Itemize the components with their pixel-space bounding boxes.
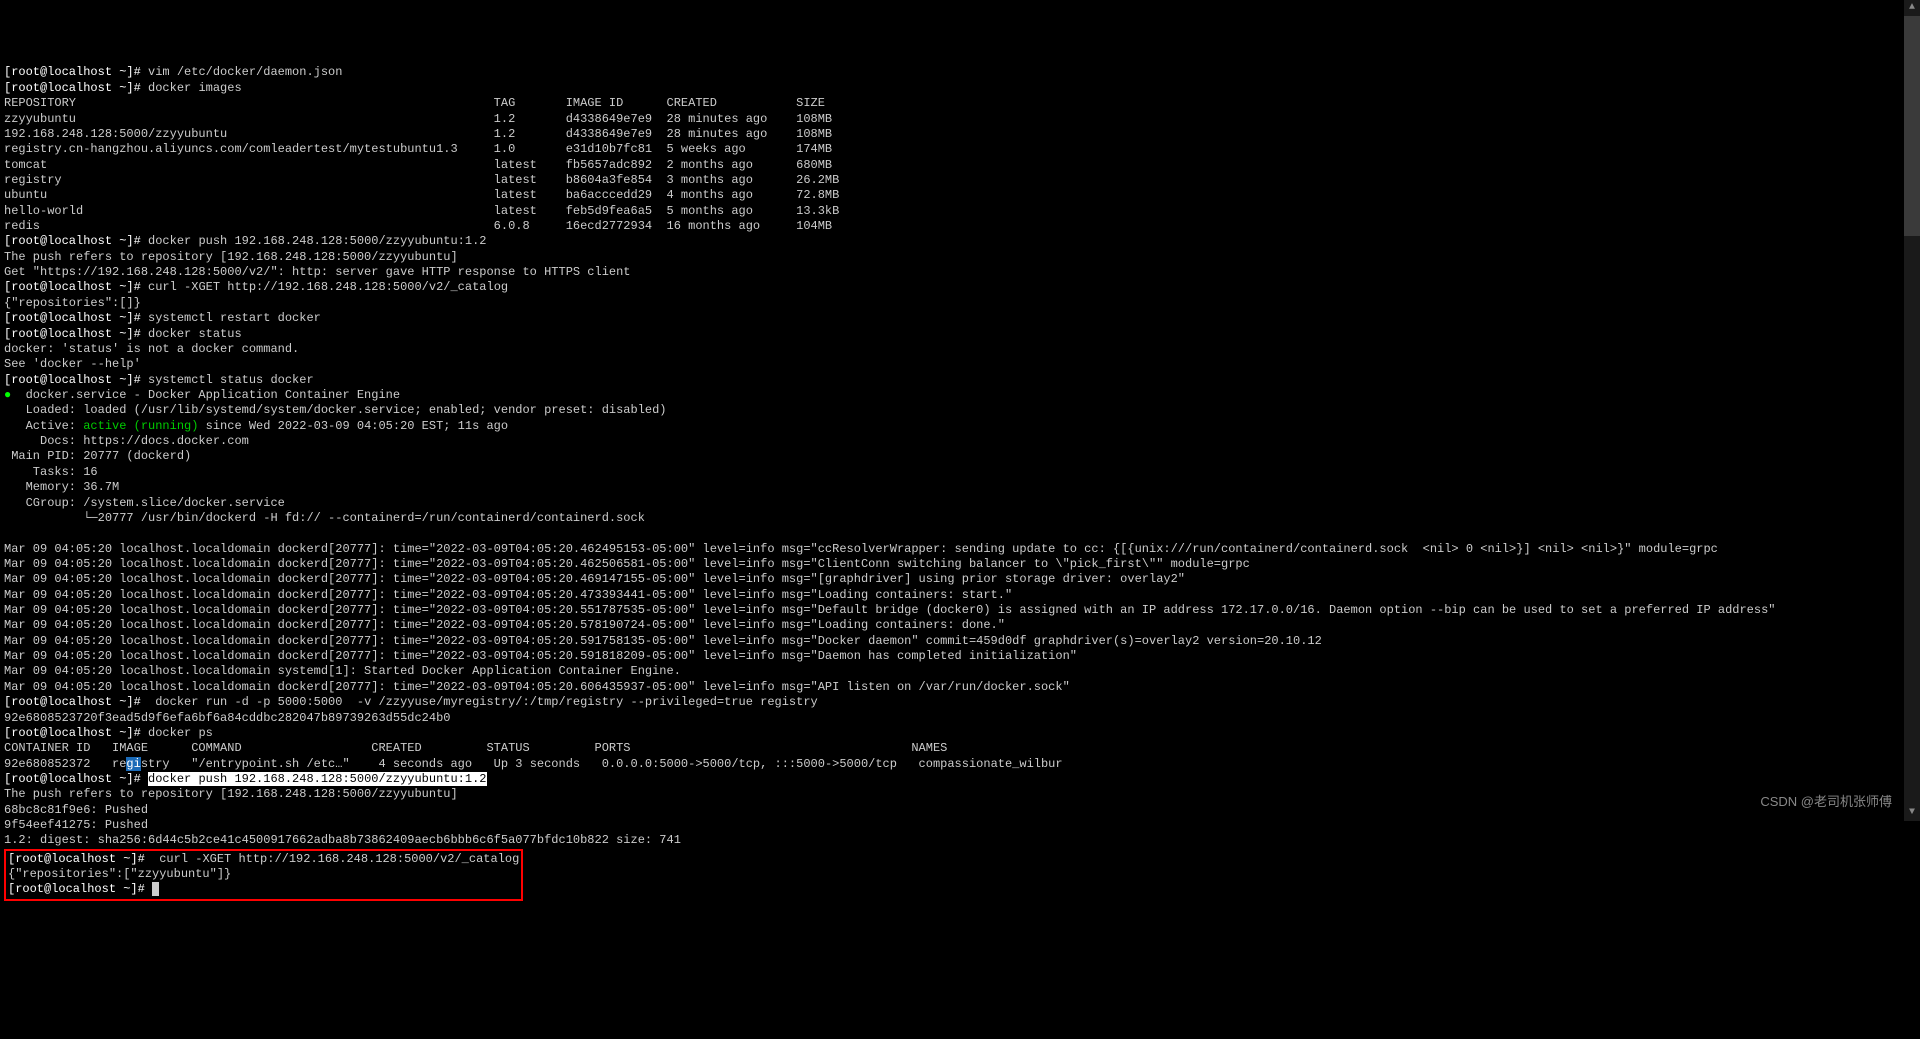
log-line: Mar 09 04:05:20 localhost.localdomain sy… (4, 664, 1916, 679)
prompt-line: [root@localhost ~]# vim /etc/docker/daem… (4, 65, 1916, 80)
service-mem: Memory: 36.7M (4, 480, 1916, 495)
cursor (152, 882, 159, 896)
prompt-line: [root@localhost ~]# systemctl status doc… (4, 373, 1916, 388)
prompt-line: [root@localhost ~]# (8, 882, 519, 897)
service-tasks: Tasks: 16 (4, 465, 1916, 480)
log-line: Mar 09 04:05:20 localhost.localdomain do… (4, 557, 1916, 572)
output-line: {"repositories":[]} (4, 296, 1916, 311)
output-line: 1.2: digest: sha256:6d44c5b2ce41c4500917… (4, 833, 1916, 848)
highlighted-command: docker push 192.168.248.128:5000/zzyyubu… (148, 772, 486, 786)
prompt-line: [root@localhost ~]# docker ps (4, 726, 1916, 741)
prompt-line: [root@localhost ~]# docker status (4, 327, 1916, 342)
output-line: See 'docker --help' (4, 357, 1916, 372)
scroll-thumb[interactable] (1904, 16, 1920, 236)
ps-header: CONTAINER ID IMAGE COMMAND CREATED STATU… (4, 741, 1916, 756)
prompt-line: [root@localhost ~]# curl -XGET http://19… (4, 280, 1916, 295)
images-row: registry.cn-hangzhou.aliyuncs.com/comlea… (4, 142, 1916, 157)
highlighted-region: [root@localhost ~]# curl -XGET http://19… (4, 849, 523, 901)
scrollbar[interactable]: ▲ ▼ (1904, 0, 1920, 821)
images-row: redis 6.0.8 16ecd2772934 16 months ago 1… (4, 219, 1916, 234)
scroll-up-icon[interactable]: ▲ (1904, 0, 1920, 16)
service-header: ● docker.service - Docker Application Co… (4, 388, 1916, 403)
service-tree: └─20777 /usr/bin/dockerd -H fd:// --cont… (4, 511, 1916, 526)
prompt-line: [root@localhost ~]# docker run -d -p 500… (4, 695, 1916, 710)
scroll-down-icon[interactable]: ▼ (1904, 805, 1920, 821)
ps-row: 92e680852372 registry "/entrypoint.sh /e… (4, 757, 1916, 772)
output-line: Get "https://192.168.248.128:5000/v2/": … (4, 265, 1916, 280)
prompt-line: [root@localhost ~]# docker push 192.168.… (4, 772, 1916, 787)
prompt-line: [root@localhost ~]# systemctl restart do… (4, 311, 1916, 326)
log-line: Mar 09 04:05:20 localhost.localdomain do… (4, 680, 1916, 695)
log-line: Mar 09 04:05:20 localhost.localdomain do… (4, 649, 1916, 664)
log-line: Mar 09 04:05:20 localhost.localdomain do… (4, 603, 1916, 618)
images-row: ubuntu latest ba6acccedd29 4 months ago … (4, 188, 1916, 203)
output-line: {"repositories":["zzyyubuntu"]} (8, 867, 519, 882)
blank-line (4, 526, 1916, 541)
output-line: 9f54eef41275: Pushed (4, 818, 1916, 833)
service-pid: Main PID: 20777 (dockerd) (4, 449, 1916, 464)
output-line: The push refers to repository [192.168.2… (4, 787, 1916, 802)
output-line: docker: 'status' is not a docker command… (4, 342, 1916, 357)
images-row: hello-world latest feb5d9fea6a5 5 months… (4, 204, 1916, 219)
prompt-line: [root@localhost ~]# docker images (4, 81, 1916, 96)
service-cgroup: CGroup: /system.slice/docker.service (4, 496, 1916, 511)
images-header: REPOSITORY TAG IMAGE ID CREATED SIZE (4, 96, 1916, 111)
service-docs: Docs: https://docs.docker.com (4, 434, 1916, 449)
log-line: Mar 09 04:05:20 localhost.localdomain do… (4, 542, 1916, 557)
log-line: Mar 09 04:05:20 localhost.localdomain do… (4, 572, 1916, 587)
prompt-line: [root@localhost ~]# curl -XGET http://19… (8, 852, 519, 867)
images-row: 192.168.248.128:5000/zzyyubuntu 1.2 d433… (4, 127, 1916, 142)
service-active: Active: active (running) since Wed 2022-… (4, 419, 1916, 434)
images-row: zzyyubuntu 1.2 d4338649e7e9 28 minutes a… (4, 112, 1916, 127)
output-line: 92e6808523720f3ead5d9f6efa6bf6a84cddbc28… (4, 711, 1916, 726)
log-line: Mar 09 04:05:20 localhost.localdomain do… (4, 634, 1916, 649)
log-line: Mar 09 04:05:20 localhost.localdomain do… (4, 618, 1916, 633)
output-line: 68bc8c81f9e6: Pushed (4, 803, 1916, 818)
prompt-line: [root@localhost ~]# docker push 192.168.… (4, 234, 1916, 249)
terminal-output[interactable]: [root@localhost ~]# vim /etc/docker/daem… (4, 65, 1916, 900)
output-line: The push refers to repository [192.168.2… (4, 250, 1916, 265)
watermark: CSDN @老司机张师傅 (1760, 794, 1892, 811)
images-row: registry latest b8604a3fe854 3 months ag… (4, 173, 1916, 188)
images-row: tomcat latest fb5657adc892 2 months ago … (4, 158, 1916, 173)
log-line: Mar 09 04:05:20 localhost.localdomain do… (4, 588, 1916, 603)
service-loaded: Loaded: loaded (/usr/lib/systemd/system/… (4, 403, 1916, 418)
